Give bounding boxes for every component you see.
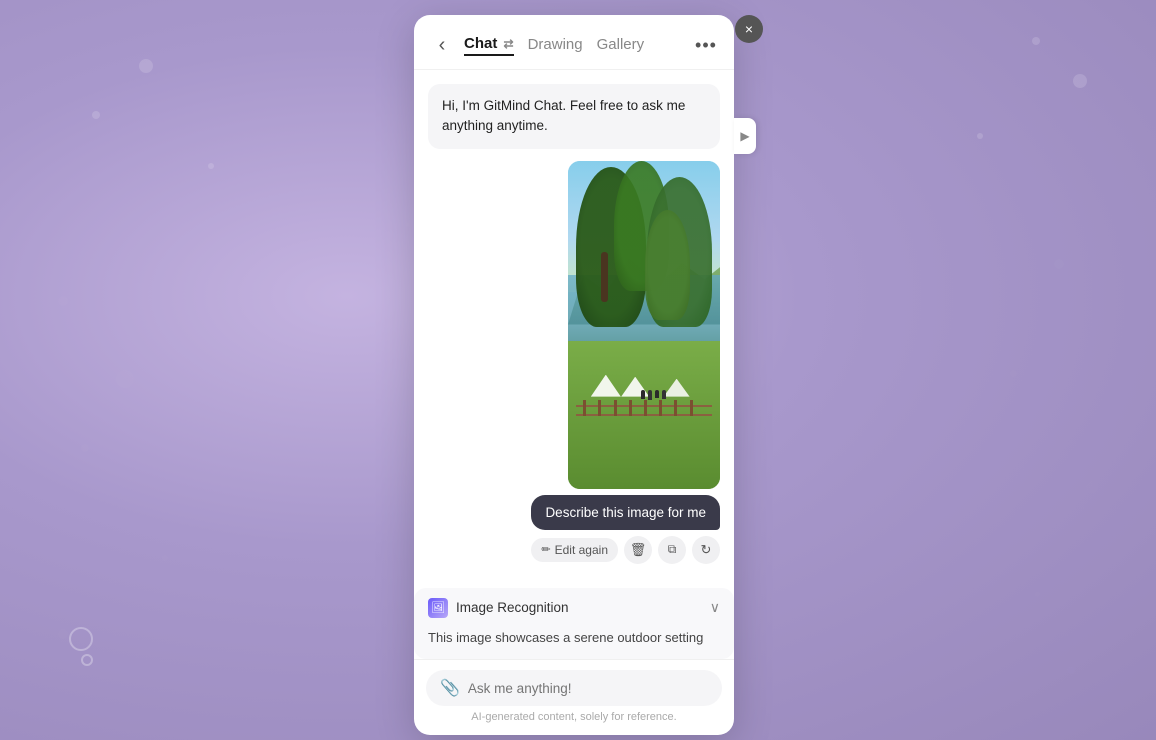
recognition-content: This image showcases a serene outdoor se… [414, 628, 734, 660]
input-row: 📎 [426, 670, 722, 706]
delete-icon: 🗑 [630, 542, 647, 558]
user-message-group: Describe this image for me ✏ Edit again … [428, 161, 720, 564]
attach-button[interactable]: 📎 [440, 678, 460, 698]
bot-greeting-message: Hi, I'm GitMind Chat. Feel free to ask m… [428, 84, 720, 149]
input-area: 📎 AI-generated content, solely for refer… [414, 659, 734, 735]
recognition-title-group: 🖼 Image Recognition [428, 598, 569, 618]
chat-panel: ‹ Chat ⇄ Drawing Gallery ••• Hi, I'm Git… [414, 15, 734, 735]
image-recognition-section: 🖼 Image Recognition ∨ This image showcas… [414, 588, 734, 660]
user-uploaded-image [568, 161, 720, 489]
tab-drawing[interactable]: Drawing [528, 36, 583, 55]
scenic-image-recreation [568, 161, 720, 489]
recognition-icon: 🖼 [428, 598, 448, 618]
back-icon: ‹ [439, 34, 446, 57]
panel-header: ‹ Chat ⇄ Drawing Gallery ••• [414, 15, 734, 70]
back-button[interactable]: ‹ [428, 31, 456, 59]
edit-icon: ✏ [541, 543, 550, 556]
tab-chat[interactable]: Chat ⇄ [464, 35, 514, 56]
chat-body: Hi, I'm GitMind Chat. Feel free to ask m… [414, 70, 734, 588]
user-text-message: Describe this image for me [531, 495, 720, 530]
message-action-bar: ✏ Edit again 🗑 ⧉ ↻ [531, 536, 720, 564]
tab-list: Chat ⇄ Drawing Gallery [464, 35, 692, 56]
delete-button[interactable]: 🗑 [624, 536, 652, 564]
swap-icon: ⇄ [504, 37, 514, 51]
tab-gallery[interactable]: Gallery [597, 36, 645, 55]
chat-input[interactable] [468, 681, 708, 696]
copy-icon: ⧉ [668, 542, 677, 557]
refresh-button[interactable]: ↻ [692, 536, 720, 564]
chevron-right-icon: ▶ [740, 129, 749, 143]
edit-again-button[interactable]: ✏ Edit again [531, 538, 618, 562]
chevron-down-icon: ∨ [710, 599, 720, 616]
close-button[interactable]: × [735, 15, 763, 43]
copy-button[interactable]: ⧉ [658, 536, 686, 564]
recognition-title-text: Image Recognition [456, 600, 569, 615]
disclaimer-text: AI-generated content, solely for referen… [426, 706, 722, 725]
recognition-header[interactable]: 🖼 Image Recognition ∨ [414, 588, 734, 628]
expand-arrow-button[interactable]: ▶ [734, 118, 756, 154]
more-button[interactable]: ••• [692, 31, 720, 59]
refresh-icon: ↻ [701, 542, 712, 558]
